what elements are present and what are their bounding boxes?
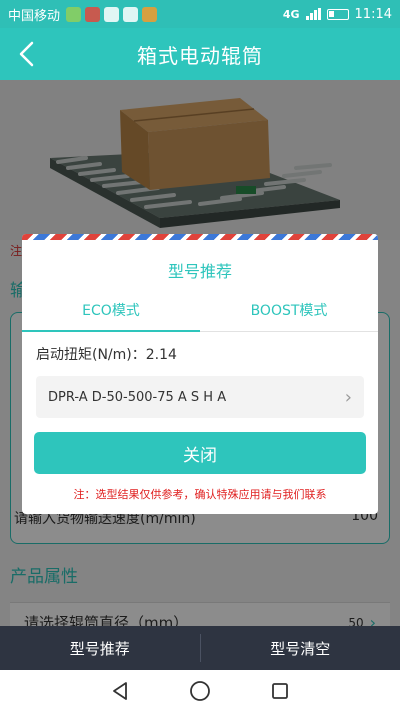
- active-tab-indicator: [22, 330, 200, 332]
- system-nav-bar: [0, 670, 400, 711]
- model-result-item[interactable]: DPR-A D-50-500-75 A S H A ›: [36, 376, 364, 418]
- back-arrow-icon[interactable]: [14, 40, 42, 68]
- app-notification-icon: [104, 6, 120, 22]
- torque-label: 启动扭矩(N/m)：: [36, 347, 146, 363]
- app-notification-icon: [66, 6, 82, 22]
- clock: 11:14: [354, 6, 392, 22]
- airmail-border: [22, 234, 378, 240]
- app-notification-icon: [123, 6, 139, 22]
- tab-boost-mode[interactable]: BOOST模式: [200, 296, 378, 331]
- dialog-title: 型号推荐: [167, 262, 232, 281]
- signal-icon: [305, 8, 321, 20]
- disclaimer-text: 注：选型结果仅供参考，确认特殊应用请与我们联系: [73, 488, 327, 501]
- status-bar: 中国移动 4G 11:14: [0, 0, 400, 28]
- clear-model-button[interactable]: 型号清空: [201, 626, 400, 670]
- recommend-model-button[interactable]: 型号推荐: [0, 626, 200, 670]
- page-title: 箱式电动辊筒: [137, 43, 263, 68]
- app-notification-icon: [85, 6, 101, 22]
- close-button[interactable]: 关闭: [34, 432, 366, 474]
- torque-row: 启动扭矩(N/m)：2.14: [36, 344, 378, 364]
- tab-eco-mode[interactable]: ECO模式: [22, 296, 200, 331]
- app-header: 箱式电动辊筒: [0, 28, 400, 80]
- chevron-right-icon: ›: [344, 386, 352, 408]
- mode-tabs: ECO模式 BOOST模式: [22, 296, 378, 332]
- bottom-action-bar: 型号推荐 型号清空: [0, 626, 400, 670]
- network-type: 4G: [282, 7, 300, 21]
- app-notification-icon: [142, 6, 158, 22]
- nav-home-icon[interactable]: [189, 680, 211, 702]
- model-number: DPR-A D-50-500-75 A S H A: [48, 389, 227, 405]
- nav-recents-icon[interactable]: [270, 681, 290, 701]
- carrier-name: 中国移动: [8, 8, 61, 24]
- battery-icon: [326, 8, 349, 20]
- nav-back-icon[interactable]: [110, 681, 130, 701]
- model-recommendation-dialog: 型号推荐 ECO模式 BOOST模式 启动扭矩(N/m)：2.14 DPR-A …: [22, 234, 378, 514]
- torque-value: 2.14: [145, 347, 177, 363]
